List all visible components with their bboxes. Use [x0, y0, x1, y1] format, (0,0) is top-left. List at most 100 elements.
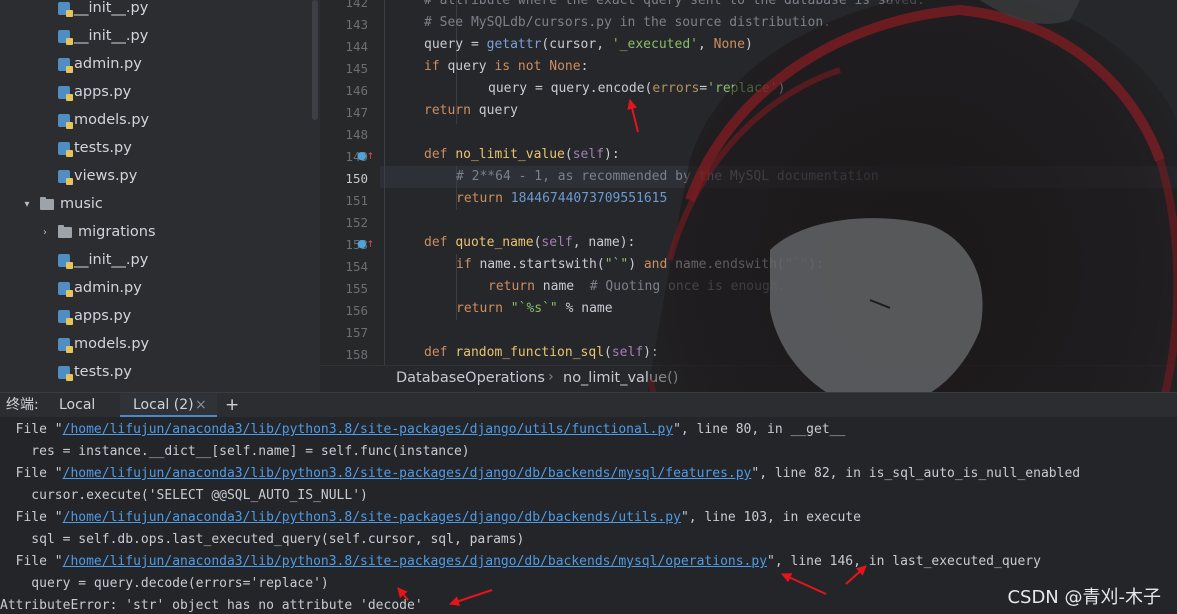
python-file-icon: [58, 365, 73, 381]
code-line-150: # 2**64 - 1, as recommended by the MySQL…: [456, 169, 879, 184]
override-icon[interactable]: ●↑: [357, 149, 374, 162]
code-line-156: return "`%s`" % name: [456, 301, 613, 316]
python-file-icon: [58, 281, 73, 297]
tree-file[interactable]: admin.py: [0, 50, 310, 78]
tree-item-label: __init__.py: [74, 28, 149, 44]
tree-file[interactable]: apps.py: [0, 78, 310, 106]
line-number: 154: [345, 259, 368, 274]
python-file-icon: [58, 57, 73, 73]
project-tree: __init__.py __init__.py admin.py apps.py mod…: [0, 0, 320, 392]
close-icon[interactable]: ×: [195, 393, 207, 417]
tree-item-label: admin.py: [74, 56, 142, 72]
breadcrumb-separator: ›: [548, 369, 554, 385]
terminal-label: 终端:: [6, 397, 39, 413]
code-line-154: if name.startswith("`") and name.endswit…: [456, 257, 824, 272]
code-line-144: query = getattr(cursor, '_executed', Non…: [424, 37, 753, 52]
code-editor[interactable]: 142 143 144 145 146 147 148 149 150 151 152 153 154 1…: [320, 0, 1177, 392]
line-number: 150: [345, 171, 368, 186]
tree-file[interactable]: __init__.py: [0, 0, 310, 22]
line-number: 148: [345, 127, 368, 142]
python-file-icon: [58, 113, 73, 129]
tree-folder[interactable]: › migrations: [0, 218, 310, 246]
python-file-icon: [58, 169, 73, 185]
tree-item-label: admin.py: [74, 280, 142, 296]
tab-local-2[interactable]: Local (2) ×: [120, 393, 217, 418]
code-line-149: def no_limit_value(self):: [424, 147, 620, 162]
watermark: CSDN @青刈-木子: [1007, 587, 1161, 608]
tree-file[interactable]: admin.py: [0, 274, 310, 302]
code-line-153: def quote_name(self, name):: [424, 235, 636, 250]
trace-line-8: query = query.decode(errors='replace'): [0, 576, 329, 591]
tree-item-label: models.py: [74, 336, 150, 352]
tree-file[interactable]: views.py: [0, 162, 310, 190]
line-number: 157: [345, 325, 368, 340]
code-line-155: return name # Quoting once is enough.: [488, 279, 786, 294]
tab-local-2-label: Local (2): [133, 397, 194, 413]
line-number: 156: [345, 303, 368, 318]
chevron-down-icon[interactable]: ▾: [20, 199, 34, 210]
error-line: AttributeError: 'str' object has no attr…: [0, 598, 423, 613]
tree-item-label: models.py: [74, 112, 150, 128]
python-file-icon: [58, 1, 73, 17]
tree-item-label: apps.py: [74, 308, 132, 324]
python-file-icon: [58, 253, 73, 269]
python-file-icon: [58, 29, 73, 45]
tree-file[interactable]: apps.py: [0, 302, 310, 330]
tree-item-label: migrations: [78, 224, 156, 240]
code-line-145: if query is not None:: [424, 59, 589, 74]
code-line-158: def random_function_sql(self):: [424, 345, 659, 360]
line-number: 152: [345, 215, 368, 230]
tree-file[interactable]: __init__.py: [0, 22, 310, 50]
trace-line-2: res = instance.__dict__[self.name] = sel…: [0, 444, 470, 459]
trace-line-4: cursor.execute('SELECT @@SQL_AUTO_IS_NUL…: [0, 488, 368, 503]
folder-icon: [40, 196, 54, 210]
tree-file[interactable]: tests.py: [0, 358, 310, 386]
python-file-icon: [58, 85, 73, 101]
trace-line-3: File "/home/lifujun/anaconda3/lib/python…: [0, 466, 1081, 481]
line-number: 146: [345, 83, 368, 98]
tree-item-label: tests.py: [74, 140, 132, 156]
add-tab-button[interactable]: +: [225, 393, 239, 418]
tree-item-label: __init__.py: [74, 0, 149, 16]
line-number: 155: [345, 281, 368, 296]
breadcrumb-method[interactable]: no_limit_value(): [563, 370, 678, 386]
code-line-147: return query: [424, 103, 518, 118]
trace-line-5: File "/home/lifujun/anaconda3/lib/python…: [0, 510, 861, 525]
trace-line-1: File "/home/lifujun/anaconda3/lib/python…: [0, 422, 846, 437]
tree-item-label: __init__.py: [74, 252, 149, 268]
code-line-143: # See MySQLdb/cursors.py in the source d…: [424, 15, 831, 30]
tree-file[interactable]: tests.py: [0, 134, 310, 162]
line-number: 151: [345, 193, 368, 208]
tree-file[interactable]: __init__.py: [0, 246, 310, 274]
tree-item-label: views.py: [74, 168, 138, 184]
line-number: 145: [345, 61, 368, 76]
breadcrumb-class[interactable]: DatabaseOperations: [396, 370, 545, 386]
file-link[interactable]: /home/lifujun/anaconda3/lib/python3.8/si…: [63, 422, 673, 437]
chevron-right-icon[interactable]: ›: [38, 227, 52, 238]
python-file-icon: [58, 309, 73, 325]
line-gutter: 142 143 144 145 146 147 148 149 150 151 152 153 154 1…: [320, 0, 380, 365]
tree-item-label: tests.py: [74, 364, 132, 380]
tree-item-label: music: [60, 196, 103, 212]
folder-icon: [58, 224, 72, 238]
indent-guide: [384, 0, 385, 365]
tab-local[interactable]: Local: [59, 393, 95, 418]
trace-line-7: File "/home/lifujun/anaconda3/lib/python…: [0, 554, 1041, 569]
file-link[interactable]: /home/lifujun/anaconda3/lib/python3.8/si…: [63, 510, 681, 525]
line-number: 144: [345, 39, 368, 54]
trace-line-6: sql = self.db.ops.last_executed_query(se…: [0, 532, 525, 547]
tree-file[interactable]: models.py: [0, 106, 310, 134]
override-icon[interactable]: ●↑: [357, 237, 374, 250]
python-file-icon: [58, 337, 73, 353]
file-link[interactable]: /home/lifujun/anaconda3/lib/python3.8/si…: [63, 554, 767, 569]
terminal-output[interactable]: File "/home/lifujun/anaconda3/lib/python…: [0, 417, 1177, 614]
code-line-146: query = query.encode(errors='replace'): [488, 81, 786, 96]
tree-scrollbar[interactable]: [312, 0, 318, 120]
tree-file[interactable]: models.py: [0, 330, 310, 358]
line-number: 158: [345, 347, 368, 362]
file-link[interactable]: /home/lifujun/anaconda3/lib/python3.8/si…: [63, 466, 752, 481]
line-number: 142: [345, 0, 368, 10]
code-line-151: return 18446744073709551615: [456, 191, 668, 206]
tree-folder[interactable]: ▾ music: [0, 190, 310, 218]
python-file-icon: [58, 141, 73, 157]
